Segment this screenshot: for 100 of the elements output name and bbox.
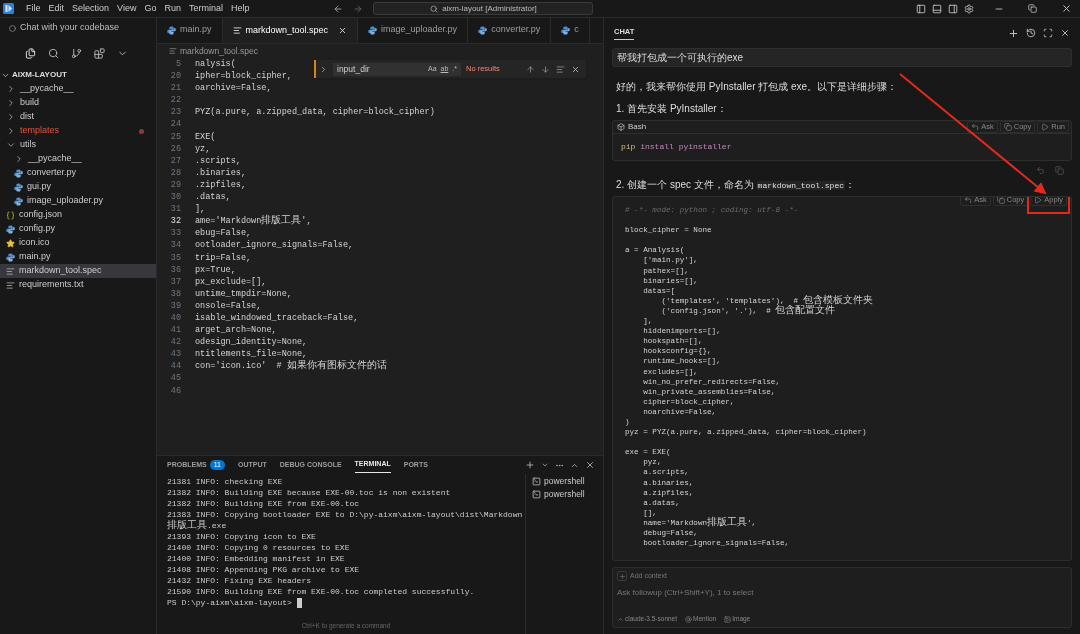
play-icon [1041,123,1050,131]
tree-item[interactable]: main.py [0,250,156,264]
code-line: onsole=False, [195,299,262,312]
editor-tab[interactable]: converter.py [468,18,552,43]
tree-item[interactable]: __pycache__ [0,152,156,166]
line-number: 26 [169,142,181,155]
next-match-icon[interactable] [541,64,550,74]
tree-item[interactable]: gui.py [0,180,156,194]
line-number: 20 [169,70,181,83]
code-line: PYZ(a.pure, a.zipped_data, cipher=block_cipher) [195,106,435,119]
tree-item[interactable]: image_uploader.py [0,194,156,208]
search-icon[interactable] [48,47,59,59]
code-line: ootloader_ignore_signals=False, [195,239,354,252]
close-icon[interactable] [571,64,580,74]
editor-tab[interactable]: main.py [157,18,223,43]
code-line: untime_tmpdir=None, [195,287,292,300]
restore-icon[interactable] [1028,4,1037,13]
code-line: nalysis( [195,58,236,71]
tree-item[interactable]: utils [0,138,156,152]
chevron-down-icon[interactable] [541,461,549,469]
settings-icon[interactable] [964,3,974,14]
panel-right-icon[interactable] [948,3,958,14]
find-in-selection-icon[interactable] [556,64,565,74]
menu-item[interactable]: Help [226,1,254,16]
lines-icon [6,280,15,290]
tree-item[interactable]: config.py [0,222,156,236]
terminal-list-item[interactable]: powershell [532,475,603,488]
code-line: pip install pyinstaller [620,141,733,153]
terminal-line: 21590 INFO: Building EXE from EXE-00.toc completed successfully. [167,586,476,597]
line-number: 23 [169,106,181,119]
code-line: ebug=False, [195,227,252,240]
menu-item[interactable]: Selection [68,1,114,16]
editor-tab[interactable]: image_uploader.py [358,18,469,43]
maximize-icon[interactable] [1043,28,1053,38]
close-icon[interactable] [585,460,595,470]
code-line: px_exclude=[], [195,275,267,288]
code-line: .scripts, [195,154,241,167]
menu-item[interactable]: Terminal [184,1,227,16]
panel-bottom-icon[interactable] [932,3,942,14]
copy-icon [1003,123,1012,131]
explorer-icon[interactable] [25,47,36,59]
caret-icon [617,615,624,623]
terminal-icon [532,477,541,486]
tree-item[interactable]: converter.py [0,166,156,180]
line-number: 25 [169,130,181,143]
user-message: 帮我打包成一个可执行的exe [612,48,1072,67]
editor-tab[interactable]: c [551,18,590,43]
line-number: 30 [169,191,181,204]
chevron-down-icon [6,140,16,150]
close-icon[interactable] [1060,28,1070,38]
command-search-field[interactable]: aixm-layout [Administrator] [373,2,594,15]
menu-item[interactable]: Edit [44,1,69,16]
line-number: 33 [169,227,181,240]
file-name: converter.py [27,166,77,180]
new-terminal-icon[interactable] [525,460,535,470]
history-icon[interactable] [1026,28,1036,38]
close-icon[interactable] [1061,3,1072,14]
python-file-icon [14,168,23,178]
back-icon[interactable] [333,3,344,14]
source-control-icon[interactable] [71,47,82,59]
code-line: ipher=block_cipher, [195,70,292,83]
tree-item[interactable]: icon.ico [0,236,156,250]
circle-icon [9,24,16,32]
chevron-right-icon [14,154,24,164]
chat-link[interactable]: Chat with your codebase [20,21,120,35]
app-logo-icon [3,3,14,14]
file-name: dist [20,110,34,124]
terminal-line: 21400 INFO: Copying 0 resources to EXE [167,542,351,553]
previous-match-icon[interactable] [526,64,535,74]
editor-tab[interactable]: markdown_tool.spec [222,18,359,43]
line-number: 44 [169,360,181,373]
file-name: image_uploader.py [27,194,104,208]
tree-item[interactable]: build [0,96,156,110]
tree-item[interactable]: dist [0,110,156,124]
line-number: 43 [169,348,181,361]
menu-item[interactable]: Run [160,1,185,16]
menu-item[interactable]: View [113,1,141,16]
terminal-list-item[interactable]: powershell [532,488,603,501]
new-chat-icon[interactable] [1008,27,1019,39]
line-number: 39 [169,299,181,312]
menu-item[interactable]: Go [140,1,161,16]
section-header[interactable]: AIXM-LAYOUT [12,69,67,81]
close-tab-icon[interactable] [338,26,348,35]
tree-item[interactable]: config.json [0,208,156,222]
tree-item[interactable]: markdown_tool.spec [0,264,156,278]
line-number: 35 [169,251,181,264]
tree-item[interactable]: __pycache__ [0,82,156,96]
menu-item[interactable]: File [22,1,45,16]
terminal-line: 排版工具.exe [167,520,228,531]
line-number: 37 [169,275,181,288]
file-name: config.json [19,208,63,222]
python-file-icon [6,224,15,234]
breadcrumb[interactable]: markdown_tool.spec [180,44,258,58]
tree-item[interactable]: requirements.txt [0,278,156,292]
extensions-icon[interactable] [94,47,105,59]
python-file-icon [167,25,176,35]
panel-left-icon[interactable] [916,3,926,14]
language-icon [617,123,625,131]
tree-item[interactable]: templates [0,124,156,138]
chevron-right-icon[interactable] [319,64,328,74]
